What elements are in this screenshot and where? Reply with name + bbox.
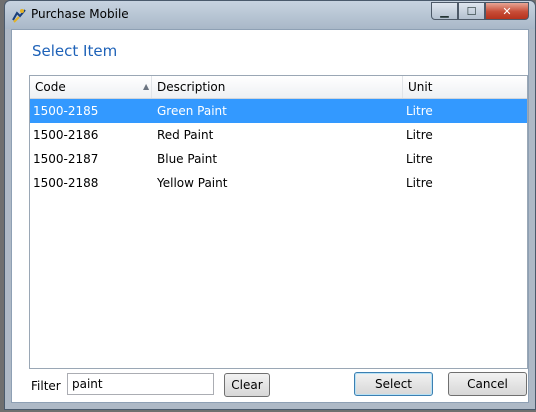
window-title: Purchase Mobile [31, 7, 129, 21]
minimize-icon: ▁ [440, 4, 449, 18]
select-button[interactable]: Select [354, 372, 433, 396]
filter-bar: Filter Clear Select Cancel [29, 370, 527, 400]
column-header-description[interactable]: Description [152, 76, 403, 98]
filter-label: Filter [31, 379, 61, 393]
maximize-icon: ☐ [466, 4, 477, 18]
cell-code: 1500-2188 [33, 176, 99, 190]
table-row[interactable]: 1500-2187 Blue Paint Litre [30, 147, 527, 171]
column-header-code-label: Code [35, 80, 66, 94]
maximize-button[interactable]: ☐ [458, 2, 485, 20]
table-row[interactable]: 1500-2186 Red Paint Litre [30, 123, 527, 147]
table-header: Code ▲ Description Unit [30, 76, 527, 99]
app-logo-icon [11, 7, 27, 23]
cell-code: 1500-2185 [33, 104, 99, 118]
cell-unit: Litre [406, 128, 433, 142]
cell-description: Green Paint [157, 104, 227, 118]
cell-unit: Litre [406, 176, 433, 190]
filter-input[interactable] [67, 373, 214, 395]
table-row[interactable]: 1500-2188 Yellow Paint Litre [30, 171, 527, 195]
cell-description: Red Paint [157, 128, 214, 142]
sort-ascending-icon: ▲ [143, 82, 150, 91]
column-header-description-label: Description [157, 80, 226, 94]
cancel-button[interactable]: Cancel [448, 372, 527, 396]
clear-button[interactable]: Clear [224, 373, 270, 397]
minimize-button[interactable]: ▁ [431, 2, 458, 20]
close-button[interactable]: ✕ [485, 2, 529, 20]
item-table[interactable]: Code ▲ Description Unit 1500-2185 Green … [29, 75, 528, 369]
close-icon: ✕ [502, 4, 512, 18]
table-row[interactable]: 1500-2185 Green Paint Litre [30, 99, 527, 123]
cell-description: Yellow Paint [157, 176, 228, 190]
column-header-code[interactable]: Code [30, 76, 152, 98]
title-bar[interactable]: Purchase Mobile ▁ ☐ ✕ [5, 1, 535, 29]
dialog-heading: Select Item [32, 42, 118, 60]
cell-unit: Litre [406, 104, 433, 118]
app-window: Purchase Mobile ▁ ☐ ✕ Select Item Code ▲… [4, 0, 536, 410]
cell-code: 1500-2186 [33, 128, 99, 142]
column-header-unit[interactable]: Unit [403, 76, 527, 98]
cell-unit: Litre [406, 152, 433, 166]
column-header-unit-label: Unit [408, 80, 433, 94]
dialog-body: Select Item Code ▲ Description Unit 1500… [11, 29, 529, 403]
cell-code: 1500-2187 [33, 152, 99, 166]
cell-description: Blue Paint [157, 152, 218, 166]
